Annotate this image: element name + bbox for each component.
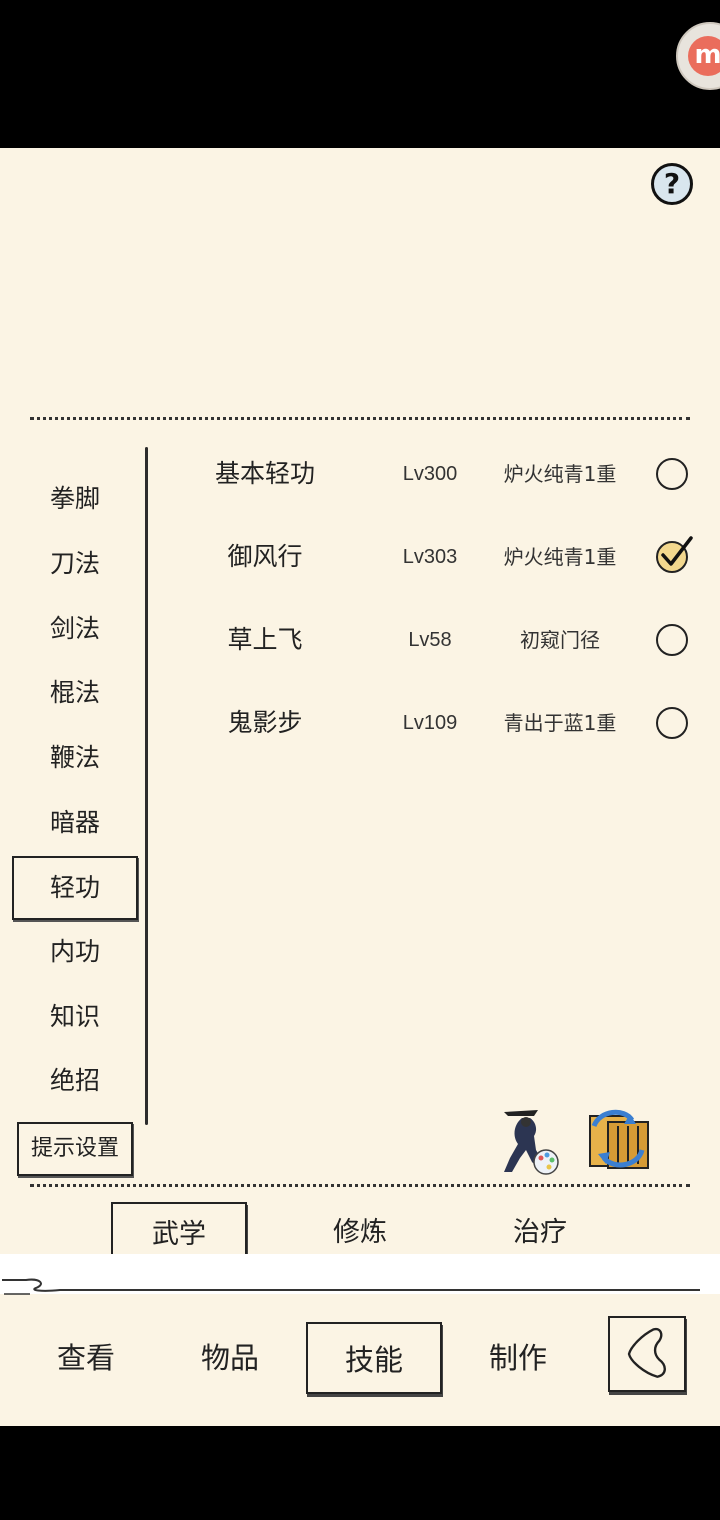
help-button[interactable]: ? [651,163,693,205]
skill-level: Lv109 [402,712,458,734]
category-qinggong[interactable]: 轻功 [12,856,138,920]
nav-view[interactable]: 查看 [18,1322,154,1394]
category-anqi[interactable]: 暗器 [12,796,138,850]
skill-name: 基本轻功 [214,459,315,488]
skill-row[interactable]: 基本轻功 Lv300 炉火纯青1重 [180,444,700,504]
category-bianfa[interactable]: 鞭法 [12,731,138,785]
skill-realm: 炉火纯青1重 [503,462,617,486]
back-arrow-icon [627,1327,666,1378]
status-bar-area: m [0,0,720,148]
skill-radio[interactable] [656,624,688,656]
back-button[interactable] [608,1316,686,1392]
checkmark-icon [661,536,693,566]
skill-name: 草上飞 [227,625,303,654]
skill-level: Lv300 [402,463,458,485]
nav-items[interactable]: 物品 [162,1322,298,1394]
category-daofa[interactable]: 刀法 [12,537,138,591]
category-juezhao[interactable]: 绝招 [12,1054,138,1108]
skill-radio[interactable] [656,707,688,739]
app-badge-icon[interactable]: m [676,22,720,90]
category-quanjiao[interactable]: 拳脚 [12,472,138,526]
divider-top [30,417,690,420]
nav-skills[interactable]: 技能 [306,1322,442,1394]
skill-level: Lv58 [408,629,452,651]
skill-realm: 炉火纯青1重 [503,545,617,569]
skill-name: 御风行 [227,542,303,571]
nav-craft[interactable]: 制作 [450,1322,586,1394]
martial-artist-icon[interactable] [494,1106,562,1176]
skill-row[interactable]: 鬼影步 Lv109 青出于蓝1重 [180,693,700,753]
category-zhishi[interactable]: 知识 [12,990,138,1044]
skill-name: 鬼影步 [227,708,303,737]
category-gunfa[interactable]: 棍法 [12,666,138,720]
skill-radio[interactable] [656,458,688,490]
skill-realm: 青出于蓝1重 [503,711,617,735]
skill-level: Lv303 [402,546,458,568]
tip-settings-button[interactable]: 提示设置 [17,1122,133,1176]
navigation-bar-area [0,1426,720,1520]
skill-realm: 初窥门径 [520,628,600,652]
skill-row[interactable]: 御风行 Lv303 炉火纯青1重 [180,527,700,587]
divider-bottom [30,1184,690,1187]
brush-stroke-divider [2,1278,700,1295]
category-jianfa[interactable]: 剑法 [12,602,138,656]
skill-row[interactable]: 草上飞 Lv58 初窥门径 [180,610,700,670]
category-neigong[interactable]: 内功 [12,925,138,979]
badge-letter: m [688,36,720,76]
skill-book-swap-icon[interactable] [584,1106,654,1172]
category-divider [145,447,148,1125]
